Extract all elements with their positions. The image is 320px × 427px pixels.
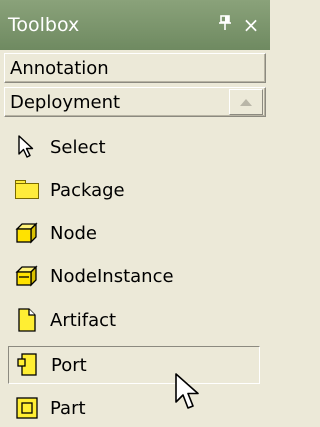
toolbox-titlebar: Toolbox × <box>0 0 270 50</box>
scroll-up-arrow-icon <box>240 98 252 106</box>
port-icon <box>15 352 41 378</box>
scroll-up-button[interactable] <box>229 89 263 115</box>
tool-item-select[interactable]: Select <box>8 128 260 166</box>
tool-item-port[interactable]: Port <box>8 346 260 384</box>
tool-item-label: Part <box>50 397 86 419</box>
tool-item-label: Node <box>50 222 97 244</box>
artifact-icon <box>14 307 40 333</box>
pointer-arrow-icon <box>14 134 40 160</box>
tool-item-nodeinstance[interactable]: NodeInstance <box>8 257 260 295</box>
tool-item-label: Package <box>50 179 125 201</box>
tool-item-label: Select <box>50 136 106 158</box>
tool-item-part[interactable]: Part <box>8 389 260 427</box>
window-title: Toolbox <box>8 14 80 36</box>
part-icon <box>14 395 40 421</box>
group-label: Annotation <box>10 57 109 79</box>
folder-icon <box>14 177 40 203</box>
group-header-annotation[interactable]: Annotation <box>4 53 266 83</box>
node-cube-icon <box>14 220 40 246</box>
mouse-cursor-icon <box>174 372 200 412</box>
tool-item-artifact[interactable]: Artifact <box>8 301 260 339</box>
group-header-deployment[interactable]: Deployment <box>4 87 266 117</box>
tool-item-label: Artifact <box>50 309 117 331</box>
pin-icon[interactable] <box>214 14 236 36</box>
tool-item-node[interactable]: Node <box>8 214 260 252</box>
node-instance-icon <box>14 263 40 289</box>
group-label: Deployment <box>10 91 121 113</box>
tool-item-label: Port <box>51 354 87 376</box>
tool-item-label: NodeInstance <box>50 265 174 287</box>
close-icon[interactable]: × <box>240 13 262 37</box>
tool-item-package[interactable]: Package <box>8 171 260 209</box>
